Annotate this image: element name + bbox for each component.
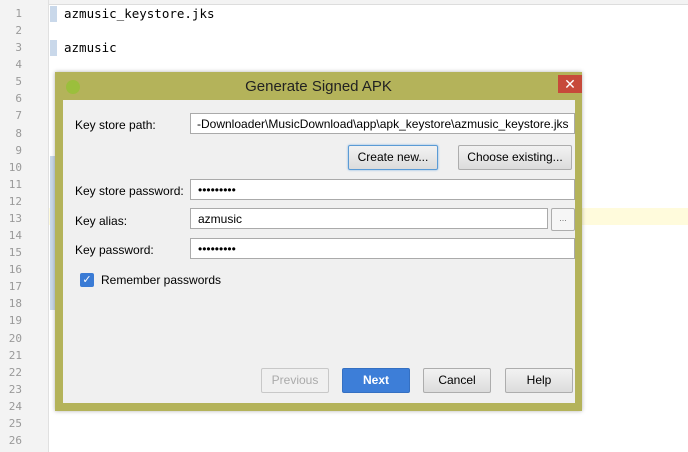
create-new-button[interactable]: Create new... — [348, 145, 438, 170]
line-number: 6 — [15, 92, 22, 106]
choose-existing-button[interactable]: Choose existing... — [458, 145, 572, 170]
close-button[interactable]: ✕ — [558, 75, 582, 93]
next-button[interactable]: Next — [342, 368, 410, 393]
code-line-3[interactable]: azmusic — [64, 40, 117, 55]
key-store-password-input[interactable]: ••••••••• — [190, 179, 575, 200]
line-number: 21 — [8, 348, 22, 362]
change-marker — [50, 6, 57, 22]
key-alias-input[interactable]: azmusic — [190, 208, 548, 229]
line-number: 23 — [8, 382, 22, 396]
code-line-1[interactable]: azmusic_keystore.jks — [64, 6, 215, 21]
line-number: 16 — [8, 263, 22, 277]
line-number: 3 — [15, 41, 22, 55]
key-store-path-input[interactable]: -Downloader\MusicDownload\app\apk_keysto… — [190, 113, 575, 134]
line-number: 10 — [8, 160, 22, 174]
line-number: 20 — [8, 331, 22, 345]
line-number: 4 — [15, 58, 22, 72]
remember-passwords-label[interactable]: Remember passwords — [101, 273, 221, 287]
line-number: 24 — [8, 399, 22, 413]
line-number: 9 — [15, 143, 22, 157]
line-number: 12 — [8, 194, 22, 208]
line-number: 1 — [15, 7, 22, 20]
dialog-content: Key store path: -Downloader\MusicDownloa… — [63, 100, 575, 403]
line-number: 22 — [8, 365, 22, 379]
key-alias-label: Key alias: — [75, 214, 128, 228]
line-gutter: 1 2 3 4 5 6 7 8 9 10 11 12 13 14 15 16 17 18 19 20 21 22 23 24 2… — [0, 0, 49, 452]
line-number: 19 — [8, 314, 22, 328]
remember-passwords-checkbox[interactable]: ✓ — [80, 273, 94, 287]
line-number: 8 — [15, 126, 22, 140]
cancel-button[interactable]: Cancel — [423, 368, 491, 393]
editor-top-border — [0, 0, 688, 5]
line-number: 5 — [15, 75, 22, 89]
line-number: 25 — [8, 416, 22, 430]
dialog-title: Generate Signed APK — [245, 78, 392, 95]
line-number: 2 — [15, 24, 22, 38]
key-store-password-label: Key store password: — [75, 184, 184, 198]
previous-button[interactable]: Previous — [261, 368, 329, 393]
alias-browse-button[interactable]: ... — [551, 208, 575, 231]
line-number: 26 — [8, 434, 22, 447]
key-password-label: Key password: — [75, 243, 154, 257]
line-number: 13 — [8, 211, 22, 225]
line-number: 17 — [8, 280, 22, 294]
key-password-input[interactable]: ••••••••• — [190, 238, 575, 259]
generate-signed-apk-dialog: Generate Signed APK ✕ Key store path: -D… — [55, 72, 582, 411]
help-button[interactable]: Help — [505, 368, 573, 393]
line-number: 18 — [8, 297, 22, 311]
line-number: 15 — [8, 246, 22, 260]
line-number: 7 — [15, 109, 22, 123]
line-number: 11 — [8, 177, 22, 191]
line-number: 14 — [8, 229, 22, 243]
key-store-path-label: Key store path: — [75, 118, 156, 132]
change-marker — [50, 40, 57, 56]
